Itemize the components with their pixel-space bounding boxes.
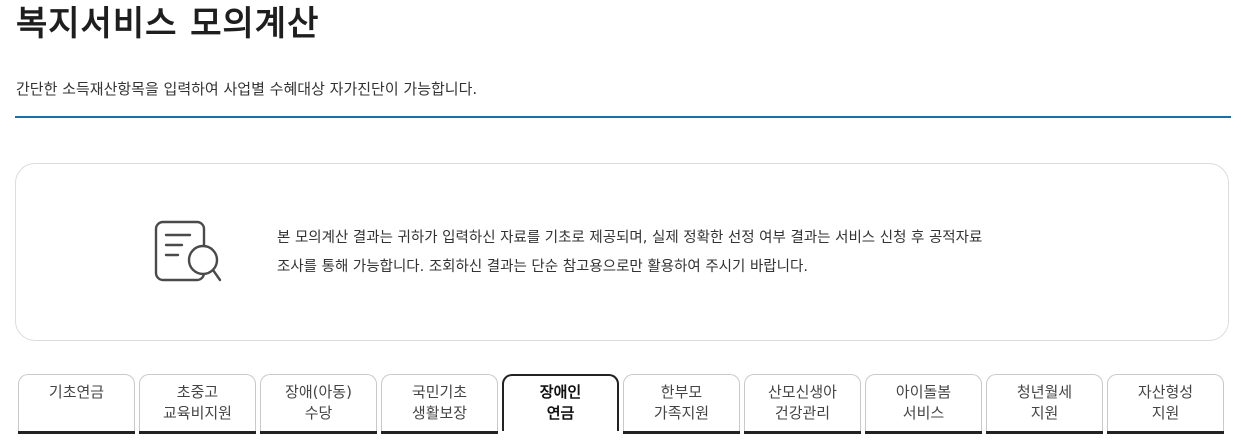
tab-single-parent[interactable]: 한부모 가족지원 [623,374,740,434]
notice-text: 본 모의계산 결과는 귀하가 입력하신 자료를 기초로 제공되며, 실제 정확한… [277,224,1097,282]
page-subtitle: 간단한 소득재산항목을 입력하여 사업별 수혜대상 자가진단이 가능합니다. [16,80,478,98]
tab-label: 기초연금 [48,383,105,401]
tab-basic-pension[interactable]: 기초연금 [18,374,135,434]
tab-label: 자산형성 [1137,383,1194,401]
notice-line-2: 조사를 통해 가능합니다. 조회하신 결과는 단순 참고용으로만 활용하여 주시… [277,259,808,275]
notice-box: 본 모의계산 결과는 귀하가 입력하신 자료를 기초로 제공되며, 실제 정확한… [15,163,1229,341]
tab-label: 서비스 [902,404,945,422]
tab-basic-livelihood[interactable]: 국민기초 생활보장 [381,374,498,434]
tab-label: 장애인 [539,383,582,401]
tab-label: 가족지원 [653,404,710,422]
tab-label: 수당 [304,404,333,422]
notice-line-1: 본 모의계산 결과는 귀하가 입력하신 자료를 기초로 제공되며, 실제 정확한… [277,230,983,246]
title-divider [15,116,1231,118]
tab-label: 한부모 [660,383,703,401]
tab-asset-building[interactable]: 자산형성 지원 [1107,374,1224,434]
page: 복지서비스 모의계산 간단한 소득재산항목을 입력하여 사업별 수혜대상 자가진… [0,0,1241,446]
tab-child-care[interactable]: 아이돌봄 서비스 [865,374,982,434]
tab-label: 지원 [1151,404,1180,422]
tab-youth-rent[interactable]: 청년월세 지원 [986,374,1103,434]
tab-education-support[interactable]: 초중고 교육비지원 [139,374,256,434]
tab-label: 지원 [1030,404,1059,422]
tab-label: 교육비지원 [162,404,232,422]
tab-label: 국민기초 [411,383,468,401]
tab-label: 생활보장 [411,404,468,422]
tab-label: 산모신생아 [767,383,837,401]
tab-maternal-newborn[interactable]: 산모신생아 건강관리 [744,374,861,434]
page-title: 복지서비스 모의계산 [16,4,320,44]
tab-label: 장애(아동) [285,383,352,401]
tab-label: 초중고 [176,383,219,401]
tab-label: 청년월세 [1016,383,1073,401]
tab-label: 아이돌봄 [895,383,952,401]
tab-label: 연금 [546,404,575,422]
tab-disability-pension[interactable]: 장애인 연금 [502,374,619,434]
tab-disability-child-allowance[interactable]: 장애(아동) 수당 [260,374,377,434]
document-search-icon [154,220,222,282]
service-tabs: 기초연금 초중고 교육비지원 장애(아동) 수당 국민기초 생활보장 장애인 연… [18,374,1228,434]
tab-label: 건강관리 [774,404,831,422]
